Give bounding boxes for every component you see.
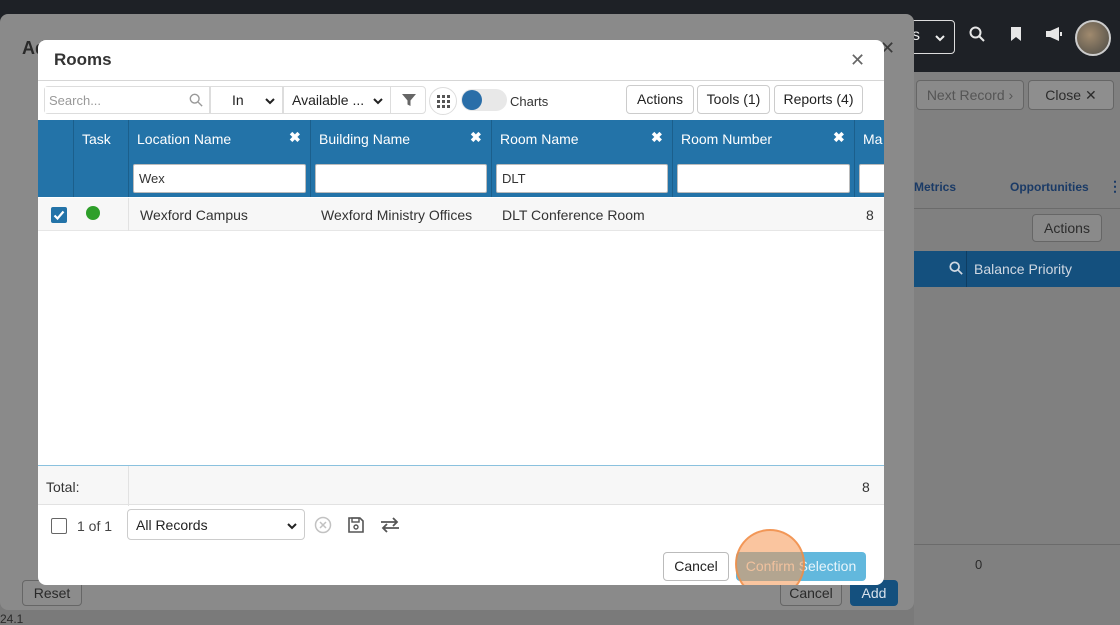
- room-number-filter[interactable]: [677, 164, 850, 193]
- room-name-filter[interactable]: [496, 164, 668, 193]
- clear-filter-icon[interactable]: ✖: [833, 129, 845, 146]
- column-header-max[interactable]: Ma: [855, 120, 884, 197]
- column-label: Room Name: [500, 131, 579, 147]
- divider: [914, 544, 1120, 545]
- left-edge-text: 24.1: [0, 612, 24, 625]
- table-row[interactable]: Wexford Campus Wexford Ministry Offices …: [38, 198, 884, 231]
- toggle-knob: [462, 90, 482, 110]
- location-name-filter[interactable]: [133, 164, 306, 193]
- availability-value: Available ...: [292, 92, 365, 108]
- records-select[interactable]: All Records: [127, 509, 305, 540]
- select-column: [38, 120, 74, 197]
- charts-label: Charts: [510, 94, 549, 109]
- cancel-button[interactable]: Cancel: [663, 552, 729, 581]
- column-header-room-number[interactable]: Room Number ✖: [673, 120, 855, 197]
- clear-filter-icon[interactable]: ✖: [470, 129, 482, 146]
- app-right-panel: [914, 72, 1120, 625]
- rooms-toolbar: In Available ... Charts Actions Tools (1…: [38, 81, 884, 119]
- clear-circle-icon[interactable]: [314, 516, 332, 534]
- operator-value: In: [232, 92, 244, 108]
- confirm-selection-button[interactable]: Confirm Selection: [736, 552, 866, 581]
- filter-icon: [402, 94, 416, 106]
- chevron-down-icon: [373, 98, 383, 105]
- tab-metrics[interactable]: Metrics: [914, 180, 956, 194]
- grid-icon: [437, 95, 450, 108]
- column-header-task[interactable]: Task: [74, 120, 129, 197]
- bookmark-icon[interactable]: [1010, 26, 1022, 42]
- search-icon[interactable]: [969, 26, 985, 42]
- close-record-label: Close: [1045, 87, 1082, 103]
- megaphone-icon[interactable]: [1045, 26, 1063, 42]
- divider: [914, 208, 1120, 209]
- chevron-right-icon: ›: [1008, 87, 1014, 103]
- close-icon: ✕: [1084, 87, 1097, 103]
- rooms-grid-header: Task Location Name ✖ Building Name ✖ Roo…: [38, 120, 884, 197]
- clear-filter-icon[interactable]: ✖: [289, 129, 301, 146]
- availability-select[interactable]: Available ...: [283, 86, 391, 114]
- cell-room-name: DLT Conference Room: [502, 207, 645, 223]
- column-label: Ma: [863, 131, 883, 147]
- total-row: Total: 8: [38, 465, 884, 506]
- cell-building-name: Wexford Ministry Offices: [321, 207, 473, 223]
- column-header-room-name[interactable]: Room Name ✖: [492, 120, 673, 197]
- background-actions-label: Actions: [1044, 220, 1090, 236]
- background-actions-button[interactable]: Actions: [1032, 214, 1102, 242]
- operator-select[interactable]: In: [210, 86, 283, 114]
- search-input[interactable]: [45, 87, 175, 113]
- charts-toggle[interactable]: [461, 89, 507, 111]
- column-header-balance-priority[interactable]: Balance Priority: [974, 261, 1072, 277]
- chevron-down-icon: [265, 98, 275, 105]
- chevron-down-icon: [935, 35, 945, 42]
- select-all-checkbox[interactable]: [51, 518, 67, 534]
- background-row-value: 0: [975, 557, 983, 572]
- divider: [128, 198, 129, 231]
- task-status-icon: [86, 206, 100, 220]
- next-record-button[interactable]: Next Record ›: [916, 80, 1024, 110]
- rooms-dialog-title: Rooms: [54, 50, 112, 69]
- column-header-location-name[interactable]: Location Name ✖: [129, 120, 311, 197]
- max-filter[interactable]: [859, 164, 884, 193]
- column-label: Room Number: [681, 131, 773, 147]
- records-select-value: All Records: [136, 517, 208, 533]
- grid-view-button[interactable]: [429, 87, 457, 115]
- building-name-filter[interactable]: [315, 164, 487, 193]
- total-label: Total:: [46, 479, 80, 495]
- actions-button[interactable]: Actions: [626, 85, 694, 114]
- divider: [966, 251, 967, 287]
- swap-icon[interactable]: [380, 516, 400, 534]
- reports-button[interactable]: Reports (4): [774, 85, 863, 114]
- cell-max: 8: [866, 207, 874, 223]
- grid-footer: 1 of 1 All Records: [38, 506, 884, 546]
- rooms-dialog: Rooms ✕ In Available ... Charts Action: [38, 40, 884, 585]
- clear-filter-icon[interactable]: ✖: [651, 129, 663, 146]
- column-label: Task: [82, 131, 111, 147]
- more-vertical-icon[interactable]: ⋮: [1108, 178, 1120, 195]
- user-avatar[interactable]: [1075, 20, 1111, 56]
- rooms-dialog-header: Rooms ✕: [38, 40, 884, 81]
- chevron-down-icon: [287, 523, 297, 530]
- page-info: 1 of 1: [77, 518, 113, 534]
- cell-location-name: Wexford Campus: [140, 207, 248, 223]
- checkmark-icon: [53, 210, 65, 221]
- save-icon[interactable]: [347, 516, 365, 534]
- filter-button[interactable]: [390, 86, 426, 114]
- total-value: 8: [862, 479, 870, 495]
- tools-button[interactable]: Tools (1): [697, 85, 770, 114]
- column-label: Location Name: [137, 131, 232, 147]
- row-checkbox[interactable]: [51, 207, 67, 223]
- background-grid-header: Balance Priority: [914, 251, 1120, 287]
- column-header-building-name[interactable]: Building Name ✖: [311, 120, 492, 197]
- search-icon[interactable]: [949, 261, 963, 275]
- tab-opportunities[interactable]: Opportunities: [1010, 180, 1089, 194]
- search-box: [44, 86, 210, 114]
- close-record-button[interactable]: Close ✕: [1028, 80, 1114, 110]
- search-icon[interactable]: [189, 93, 203, 107]
- divider: [128, 466, 129, 506]
- column-label: Building Name: [319, 131, 411, 147]
- close-icon[interactable]: ✕: [850, 50, 865, 71]
- next-record-label: Next Record: [926, 87, 1005, 103]
